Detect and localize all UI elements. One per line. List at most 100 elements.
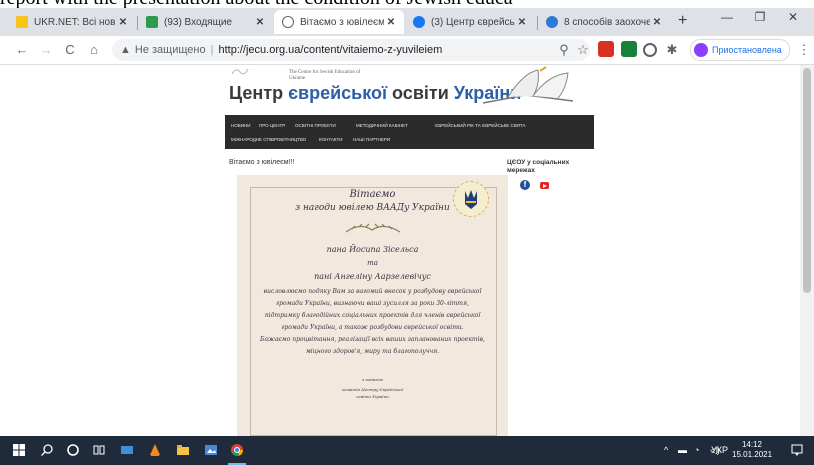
zoom-icon[interactable]: ⚲ [556,42,572,58]
tab-title: (93) Входящие [164,16,232,28]
url-text[interactable]: http://jecu.org.ua/content/vitaiemo-z-yu… [218,44,442,56]
tab-article[interactable]: 8 способів заохочення ✕ [538,10,670,34]
extensions-puzzle-icon[interactable]: ✱ [664,42,680,58]
avatar [694,43,708,57]
site-logo-subtitle: The Centre for Jewish Education of Ukrai… [289,70,361,81]
logo-word-highlight: єврейської [288,83,388,103]
forward-button[interactable]: → [38,42,54,57]
card-body-line: громади України, а також розбудови єврей… [281,324,464,331]
browser-chrome: UKR.NET: Всі новини ✕ (93) Входящие ✕ Ві… [0,8,814,65]
close-tab-icon[interactable]: ✕ [116,17,130,28]
bookmark-star-icon[interactable]: ☆ [575,42,591,58]
page-scrollbar-thumb[interactable] [803,68,811,293]
facebook-favicon-icon [413,16,425,28]
address-bar[interactable]: ▲ Не защищено | http://jecu.org.ua/conte… [112,39,590,61]
card-signature: з повагою [361,377,384,382]
profile-button[interactable]: Приостановлена [690,39,790,61]
maximize-button[interactable]: ❐ [745,10,775,24]
card-signature: команда Центру Єврейської [341,387,404,392]
back-button[interactable]: ← [14,42,30,57]
tab-facebook[interactable]: (3) Центр єврейської ✕ [405,10,535,34]
battery-icon[interactable]: ▬ [678,445,687,455]
search-favicon-icon [546,16,558,28]
article-title: Вітаємо з ювілеєм!!! [229,159,295,166]
nav-item-international[interactable]: МІЖНАРОДНЕ СПІВРОБІТНИЦТВО [231,137,306,142]
card-recipient-1: пана Йосипа Зісельса [326,245,419,254]
greeting-card-image: Вітаємо з нагоди ювілею ВААДу України па… [237,175,508,436]
mail-favicon-icon [146,16,158,28]
close-tab-icon[interactable]: ✕ [384,17,398,28]
page-viewport: The Centre for Jewish Education of Ukrai… [0,65,814,436]
close-tab-icon[interactable]: ✕ [253,17,267,28]
card-body-line: громади України, визнаючи ваші зусилля з… [276,300,469,307]
minimize-button[interactable]: — [712,10,742,24]
tab-title: 8 способів заохочення [564,16,650,28]
task-view-icon[interactable] [92,443,106,457]
laurel-ornament-icon [345,223,401,233]
facebook-icon[interactable]: f [520,180,530,190]
youtube-icon[interactable] [540,182,549,189]
cortana-icon[interactable] [66,443,80,457]
browser-toolbar: ← → C ⌂ ▲ Не защищено | http://jecu.org.… [0,36,814,65]
open-book-illustration-icon [482,66,574,104]
system-clock[interactable]: 14:12 15.01.2021 [732,440,772,460]
tab-title: Вітаємо з ювілеєм! [300,16,384,28]
card-and: та [367,259,378,267]
logo-doodle-icon [231,68,249,75]
search-icon[interactable] [40,443,54,457]
vlc-icon[interactable] [148,443,162,457]
tab-title: UKR.NET: Всі новини [34,16,116,28]
document-caption-text: report with the presentation about the c… [0,0,814,8]
close-tab-icon[interactable]: ✕ [650,17,664,28]
photos-app-icon[interactable] [204,443,218,457]
clock-time: 14:12 [741,440,763,449]
nav-item-methodical[interactable]: МЕТОДИЧНИЙ КАБІНЕТ [356,123,408,128]
sheets-extension-icon[interactable] [621,41,637,57]
nav-item-about[interactable]: ПРО ЦЕНТР [259,123,285,128]
card-body-line: висловлюємо подяку Вам за вагомий внесок… [263,288,482,295]
warning-triangle-icon: ▲ [120,44,131,56]
nav-item-partners[interactable]: НАШІ ПАРТНЕРИ [353,137,390,142]
card-body-line: міцного здоров'я, миру та благополуччя. [305,348,440,355]
globe-favicon-icon [282,16,294,28]
chrome-menu-button[interactable]: ⋮ [796,42,812,58]
tray-chevron-icon[interactable]: ^ [664,445,668,455]
tab-active-jecu[interactable]: Вітаємо з ювілеєм! ✕ [274,10,404,34]
network-icon[interactable]: ◔ [694,445,699,455]
card-recipient-2: пані Ангеліну Аарзелевічус [314,272,431,281]
chrome-taskbar-icon[interactable] [230,443,244,457]
site-navigation: НОВИНИ ПРО ЦЕНТР ОСВІТНІ ПРОЕКТИ МЕТОДИЧ… [225,115,594,149]
clock-date: 15.01.2021 [732,450,773,459]
logo-word: Центр [229,83,289,103]
security-status[interactable]: Не защищено [135,44,206,56]
file-explorer-icon[interactable] [176,443,190,457]
logo-word: освіти [387,83,454,103]
tab-ukrnet[interactable]: UKR.NET: Всі новини ✕ [8,10,136,34]
windows-taskbar: ^ ▬ ◔ ◁) УКР 14:12 15.01.2021 [0,436,814,465]
language-indicator[interactable]: УКР [711,445,728,455]
new-tab-button[interactable]: + [678,12,687,30]
tab-title: (3) Центр єврейської [431,16,515,28]
mail-app-icon[interactable] [120,443,134,457]
reload-button[interactable]: C [62,42,78,57]
card-signature: освіти України [356,394,389,399]
card-body-line: підтримку благодійних соціальних проекті… [264,312,481,319]
nav-item-projects[interactable]: ОСВІТНІ ПРОЕКТИ [295,123,336,128]
nav-item-contacts[interactable]: КОНТАКТИ [319,137,343,142]
close-window-button[interactable]: ✕ [778,10,808,24]
nav-item-jewish-year[interactable]: ЄВРЕЙСЬКИЙ РІК ТА ЄВРЕЙСЬКЕ СВЯТА [435,123,526,128]
sidebar-social-title: ЦЄОУ у соціальних мережах [507,159,570,174]
nav-item-news[interactable]: НОВИНИ [231,123,250,128]
card-greeting: Вітаємо [349,189,396,200]
card-body-line: Бажаємо процвітання, реалізації всіх ваш… [260,336,485,343]
pdf-extension-icon[interactable] [598,41,614,57]
tab-mail[interactable]: (93) Входящие ✕ [138,10,273,34]
home-button[interactable]: ⌂ [86,42,102,57]
profile-status: Приостановлена [712,45,782,55]
notifications-icon[interactable] [790,443,804,457]
circle-extension-icon[interactable] [643,43,657,57]
ukrnet-favicon-icon [16,16,28,28]
close-tab-icon[interactable]: ✕ [515,17,529,28]
divider: | [210,44,214,56]
windows-start-icon[interactable] [12,443,26,457]
